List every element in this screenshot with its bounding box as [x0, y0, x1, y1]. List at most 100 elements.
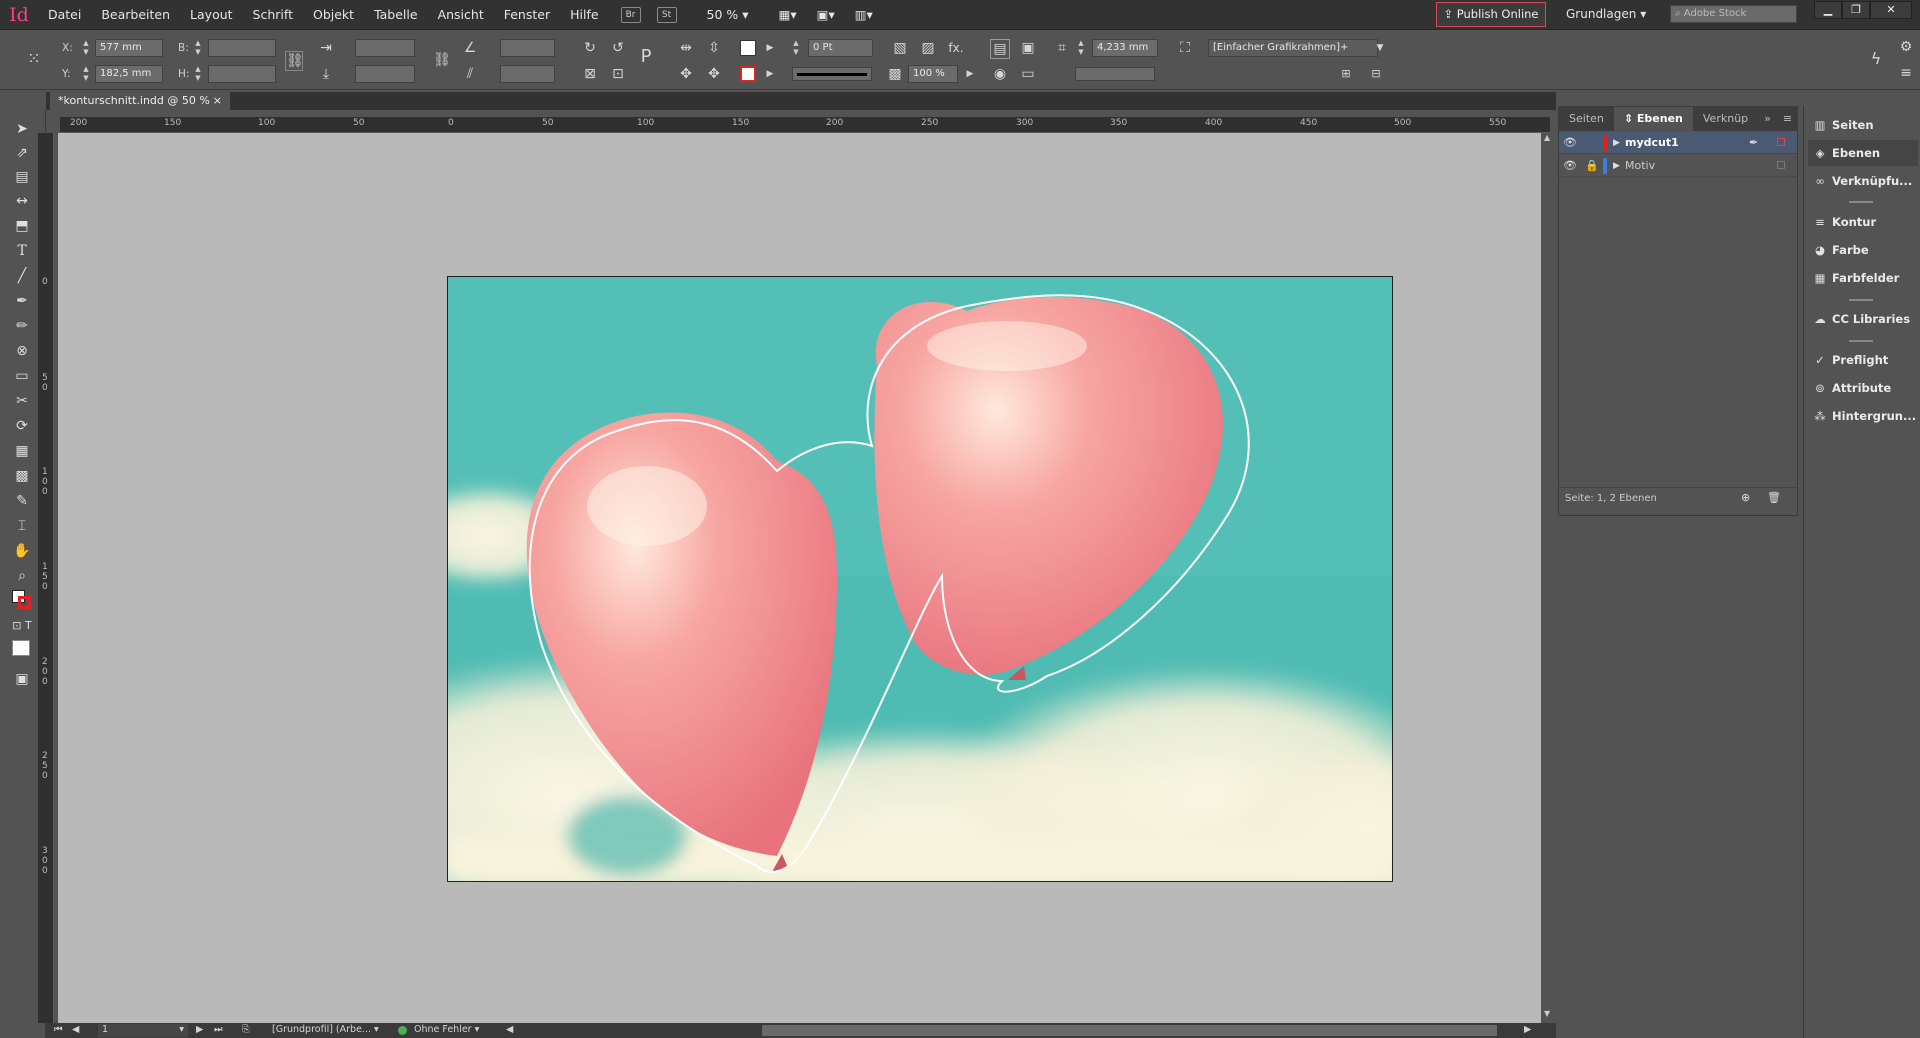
effects-panel-icon[interactable]: ▨	[918, 39, 938, 57]
select-previous-icon[interactable]: ✥	[676, 65, 696, 83]
layer-row[interactable]: 👁 🔒 ▶ Motiv	[1559, 155, 1797, 177]
corner-shape-select[interactable]	[1075, 67, 1155, 81]
stroke-weight-spinner[interactable]: ▲ ▼	[790, 39, 802, 57]
clear-overrides-icon[interactable]: ⊞	[1336, 65, 1356, 83]
page-number-field[interactable]: 1 ▾	[98, 1024, 188, 1037]
menu-ansicht[interactable]: Ansicht	[428, 0, 494, 30]
rotation-field[interactable]	[500, 39, 555, 57]
layer-select-square[interactable]	[1777, 138, 1785, 146]
select-container-icon[interactable]: ⊠	[580, 65, 600, 83]
layer-row[interactable]: 👁 ▶ mydcut1 ✒	[1559, 132, 1797, 154]
dock-cc-libraries[interactable]: ☁ CC Libraries	[1808, 306, 1918, 332]
dock-farbfelder[interactable]: ▦ Farbfelder	[1808, 265, 1918, 291]
opacity-field[interactable]: 100 %	[908, 65, 958, 83]
constrain-proportions-icon[interactable]: ⛓	[285, 51, 304, 71]
dock-ebenen[interactable]: ◈ Ebenen	[1808, 140, 1918, 166]
x-spinner[interactable]: ▲ ▼	[80, 39, 92, 57]
view-options-icon[interactable]: ▦▾	[769, 0, 807, 30]
x-field[interactable]: 577 mm	[95, 39, 163, 57]
scale-x-field[interactable]	[355, 39, 415, 57]
frame-fitting-icon[interactable]: ⛶	[1175, 39, 1195, 57]
rotate-ccw-icon[interactable]: ↺	[608, 39, 628, 57]
stroke-menu-arrow-icon[interactable]: ▶	[760, 65, 780, 83]
menu-fenster[interactable]: Fenster	[494, 0, 560, 30]
line-tool-icon[interactable]: ╱	[8, 265, 36, 287]
gap-tool-icon[interactable]: ↔	[8, 190, 36, 212]
reference-point-icon[interactable]: ⁙	[24, 50, 44, 68]
height-field[interactable]	[208, 65, 276, 83]
layer-select-square[interactable]	[1777, 161, 1785, 169]
dock-kontur[interactable]: ≡ Kontur	[1808, 209, 1918, 235]
chevron-down-icon[interactable]: ▼	[1370, 39, 1390, 57]
eye-icon[interactable]: 👁	[1563, 132, 1577, 154]
select-next-icon[interactable]: ✥	[704, 65, 724, 83]
workspace-switcher[interactable]: Grundlagen ▾	[1566, 7, 1656, 21]
tab-verknuepfungen[interactable]: Verknüp	[1693, 107, 1758, 131]
free-transform-tool-icon[interactable]: ⟳	[8, 415, 36, 437]
scroll-down-icon[interactable]: ▼	[1544, 1009, 1553, 1018]
gradient-swatch-tool-icon[interactable]: ▦	[8, 440, 36, 462]
type-tool-icon[interactable]: T	[8, 240, 36, 262]
apply-color-icon[interactable]	[12, 640, 30, 656]
offset-spinner[interactable]: ▲ ▼	[1075, 39, 1087, 57]
expand-arrow-icon[interactable]: ▶	[1613, 132, 1620, 154]
selection-tool-icon[interactable]: ➤	[8, 118, 36, 140]
vertical-scrollbar[interactable]: ▲ ▼	[1541, 133, 1556, 1023]
bridge-button[interactable]: Br	[620, 6, 641, 23]
dock-seiten[interactable]: ▥ Seiten	[1808, 112, 1918, 138]
scroll-up-icon[interactable]: ▲	[1544, 133, 1553, 142]
menu-schrift[interactable]: Schrift	[243, 0, 303, 30]
control-menu-icon[interactable]: ≡	[1896, 64, 1916, 82]
publish-online-button[interactable]: ⇪ Publish Online	[1436, 2, 1546, 27]
quick-apply-icon[interactable]: ϟ	[1866, 50, 1886, 68]
rectangle-tool-icon[interactable]: ▭	[8, 365, 36, 387]
style-options-icon[interactable]: ⊟	[1366, 65, 1386, 83]
flip-vertical-icon[interactable]: ⇳	[704, 39, 724, 57]
dock-verknuepfungen[interactable]: ∞ Verknüpfu...	[1808, 168, 1918, 194]
stroke-weight-field[interactable]: 0 Pt	[808, 39, 873, 57]
first-page-icon[interactable]: ⏮	[54, 1024, 63, 1035]
scale-y-field[interactable]	[355, 65, 415, 83]
prev-page-icon[interactable]: ◀	[72, 1024, 79, 1035]
text-wrap-jump-icon[interactable]: ▭	[1018, 65, 1038, 83]
object-style-select[interactable]: [Einfacher Grafikrahmen]+	[1208, 39, 1378, 57]
horizontal-scroll-thumb[interactable]	[762, 1025, 1497, 1036]
y-spinner[interactable]: ▲ ▼	[80, 65, 92, 83]
tab-ebenen[interactable]: ⇕ Ebenen	[1613, 107, 1693, 131]
select-content-icon[interactable]: ⊡	[608, 65, 628, 83]
vertical-ruler[interactable]: 0 5 0 1 0 0 1 5 0 2 0 0 2 5 0 3 0 0	[38, 133, 54, 1023]
zoom-tool-icon[interactable]: ⌕	[8, 565, 36, 587]
stroke-color-swatch[interactable]	[18, 596, 31, 609]
menu-datei[interactable]: Datei	[38, 0, 91, 30]
content-collector-icon[interactable]: ⬒	[8, 215, 36, 237]
gear-icon[interactable]: ⚙	[1896, 38, 1916, 56]
expand-arrow-icon[interactable]: ▶	[1613, 155, 1620, 177]
trash-icon[interactable]: 🗑	[1767, 491, 1781, 504]
width-spinner[interactable]: ▲ ▼	[192, 39, 204, 57]
dock-separator[interactable]	[1849, 201, 1873, 203]
shear-field[interactable]	[500, 65, 555, 83]
rotate-cw-icon[interactable]: ↻	[580, 39, 600, 57]
restore-button[interactable]: ❐	[1842, 1, 1870, 19]
screen-mode-icon[interactable]: ▣▾	[807, 0, 845, 30]
adobe-stock-search[interactable]: ⌕ Adobe Stock	[1670, 5, 1797, 23]
height-spinner[interactable]: ▲ ▼	[192, 65, 204, 83]
effects-fx-icon[interactable]: fx.	[946, 39, 966, 57]
hand-tool-icon[interactable]: ✋	[8, 540, 36, 562]
new-layer-icon[interactable]: ⊕	[1741, 491, 1750, 504]
scroll-right-icon[interactable]: ▶	[1524, 1024, 1531, 1035]
offset-field[interactable]: 4,233 mm	[1092, 39, 1158, 57]
eye-icon[interactable]: 👁	[1563, 155, 1577, 177]
formatting-affects-icon[interactable]: ⊡ T	[8, 615, 36, 637]
y-field[interactable]: 182,5 mm	[95, 65, 163, 83]
text-wrap-bbox-icon[interactable]: ▣	[1018, 39, 1038, 57]
menu-objekt[interactable]: Objekt	[303, 0, 364, 30]
zoom-select[interactable]: 50 % ▾	[697, 0, 759, 30]
dock-separator[interactable]	[1849, 299, 1873, 301]
dock-attribute[interactable]: ⊚ Attribute	[1808, 375, 1918, 401]
close-icon[interactable]: ×	[213, 92, 222, 110]
drop-shadow-icon[interactable]: ▧	[890, 39, 910, 57]
opacity-arrow-icon[interactable]: ▶	[960, 65, 980, 83]
menu-hilfe[interactable]: Hilfe	[560, 0, 608, 30]
arrange-documents-icon[interactable]: ▥▾	[845, 0, 883, 30]
